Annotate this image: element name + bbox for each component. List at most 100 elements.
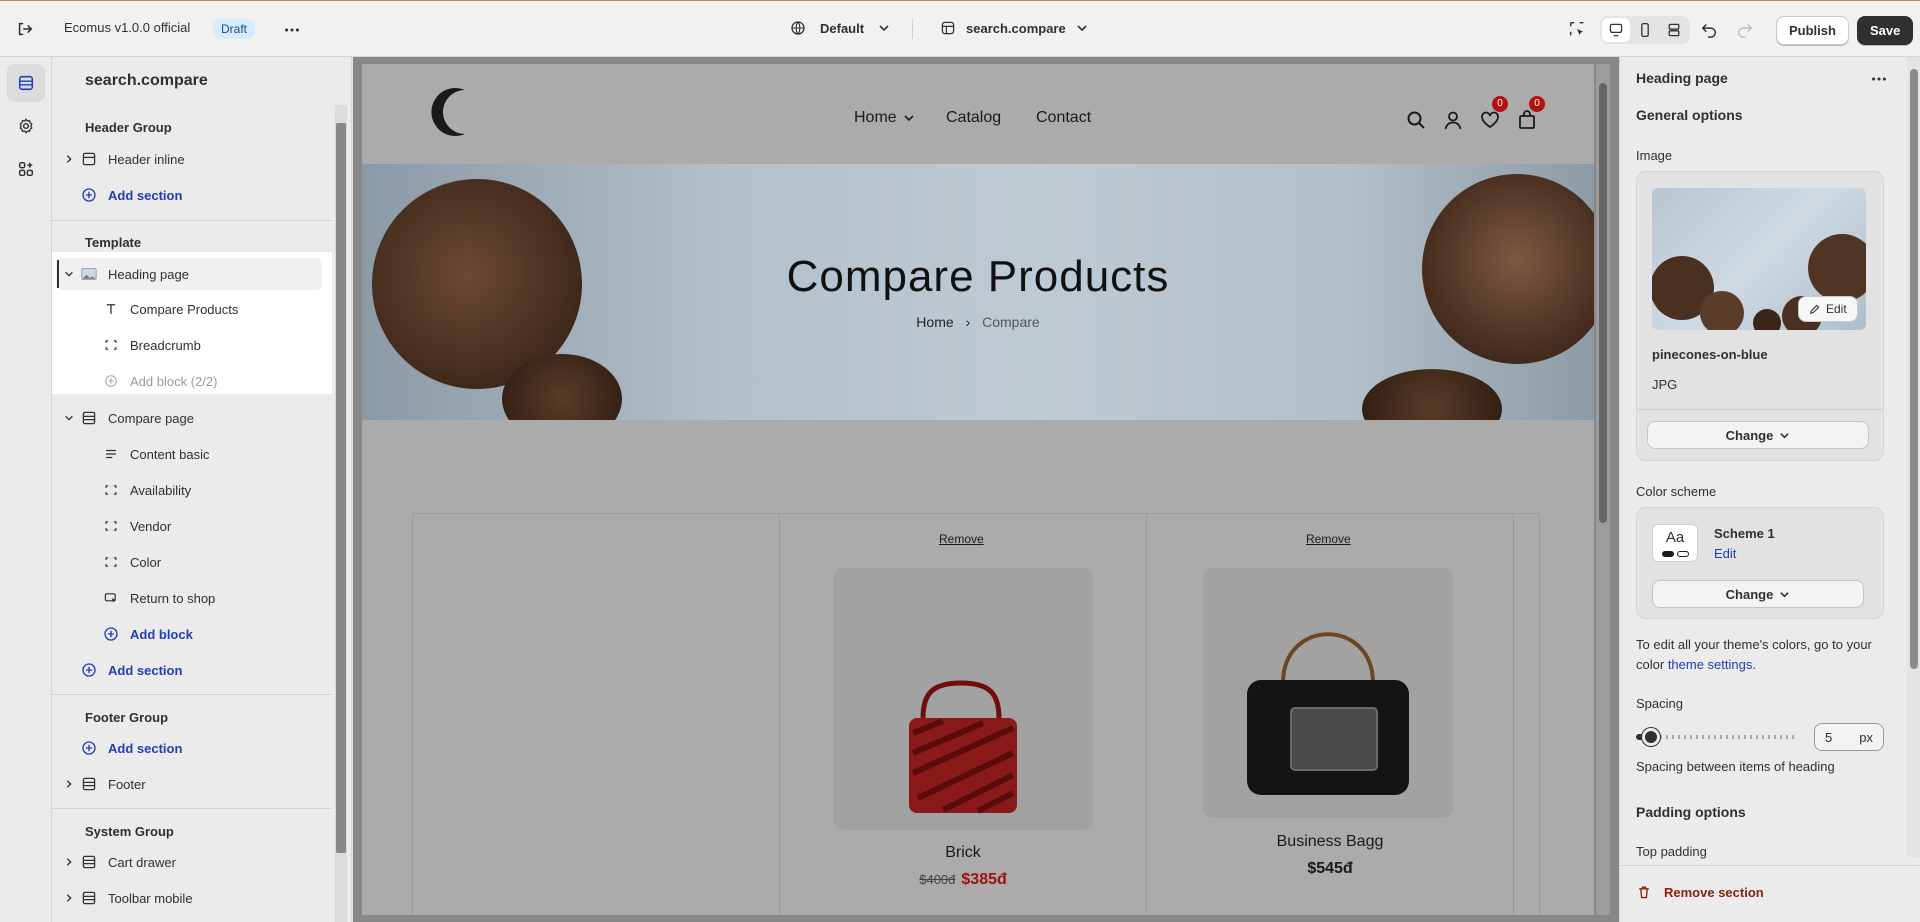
top-padding-label: Top padding: [1636, 844, 1707, 859]
section-icon: [78, 854, 100, 870]
inspector-icon[interactable]: [1568, 20, 1586, 38]
cart-count-badge: 0: [1529, 96, 1545, 112]
sections-icon[interactable]: [7, 64, 45, 102]
remove-product-link[interactable]: Remove: [1306, 532, 1351, 546]
block-icon: [100, 555, 122, 569]
store-logo[interactable]: [427, 82, 487, 142]
theme-settings-link[interactable]: theme settings: [1668, 657, 1753, 672]
section-header-inline[interactable]: Header inline: [60, 143, 322, 175]
block-content-basic[interactable]: Content basic: [60, 438, 322, 470]
search-icon[interactable]: [1406, 110, 1426, 130]
chevron-down-icon[interactable]: [60, 413, 78, 423]
spacing-value: 5: [1825, 729, 1833, 745]
spacing-slider-thumb[interactable]: [1642, 728, 1660, 746]
chevron-right-icon[interactable]: [60, 893, 78, 903]
block-color[interactable]: Color: [60, 546, 322, 578]
scheme-change-button[interactable]: Change: [1652, 580, 1864, 608]
save-button[interactable]: Save: [1857, 16, 1914, 45]
nav-contact[interactable]: Contact: [1036, 109, 1091, 127]
block-vendor[interactable]: Vendor: [60, 510, 322, 542]
globe-icon: [791, 21, 805, 35]
block-label: Compare Products: [130, 301, 239, 317]
block-availability[interactable]: Availability: [60, 474, 322, 506]
compare-add-block[interactable]: Add block: [60, 618, 322, 650]
plus-circle-icon: [100, 626, 122, 642]
chevron-right-icon[interactable]: [60, 779, 78, 789]
scheme-name: Scheme 1: [1714, 526, 1775, 541]
spacing-slider-track[interactable]: [1636, 735, 1796, 739]
product-image-brick[interactable]: [833, 568, 1093, 830]
more-options-icon[interactable]: [1870, 70, 1888, 88]
template-selector[interactable]: search.compare: [940, 20, 1088, 36]
image-thumbnail[interactable]: Edit: [1652, 188, 1866, 330]
product-name[interactable]: Brick: [780, 844, 1146, 862]
spacing-label: Spacing: [1636, 696, 1683, 711]
panel-title: search.compare: [85, 72, 208, 89]
wishlist-icon[interactable]: [1480, 110, 1500, 130]
layout-icon: [941, 21, 955, 35]
status-badge: Draft: [213, 19, 256, 39]
nav-home[interactable]: Home: [854, 109, 915, 127]
add-section-label: Add section: [108, 662, 183, 678]
cart-icon[interactable]: [1517, 110, 1537, 130]
product-name[interactable]: Business Bagg: [1147, 833, 1513, 851]
image-change-button[interactable]: Change: [1647, 421, 1869, 449]
remove-section-button[interactable]: Remove section: [1636, 884, 1764, 900]
image-section-icon: [78, 267, 100, 281]
settings-scrollbar-thumb[interactable]: [1910, 69, 1918, 669]
remove-product-link[interactable]: Remove: [939, 532, 984, 546]
chevron-right-icon[interactable]: [60, 154, 78, 164]
apps-icon[interactable]: [7, 150, 45, 188]
section-compare-page[interactable]: Compare page: [60, 402, 322, 434]
chevron-down-icon[interactable]: [60, 269, 78, 279]
breadcrumb-home[interactable]: Home: [916, 314, 953, 330]
heading-page-banner[interactable]: Compare Products Home › Compare: [362, 164, 1594, 420]
scheme-edit-link[interactable]: Edit: [1714, 546, 1736, 561]
block-return-to-shop[interactable]: Return to shop: [60, 582, 322, 614]
image-edit-label: Edit: [1826, 302, 1847, 316]
section-label: Compare page: [108, 410, 194, 426]
preview-scrollbar-thumb[interactable]: [1599, 83, 1607, 523]
color-scheme-label: Color scheme: [1636, 484, 1717, 499]
template-add-section[interactable]: Add section: [60, 654, 322, 686]
image-edit-button[interactable]: Edit: [1798, 296, 1858, 322]
section-cart-drawer[interactable]: Cart drawer: [60, 846, 322, 878]
publish-button[interactable]: Publish: [1776, 16, 1849, 45]
mobile-view-icon[interactable]: [1631, 18, 1659, 42]
block-compare-products[interactable]: Compare Products: [60, 293, 322, 325]
add-section-label: Add section: [108, 740, 183, 756]
panel-scrollbar-thumb[interactable]: [336, 123, 346, 853]
block-breadcrumb[interactable]: Breadcrumb: [60, 329, 322, 361]
undo-icon[interactable]: [1700, 20, 1718, 38]
wishlist-count-badge: 0: [1492, 96, 1508, 112]
preview-area: Home Catalog Contact 0 0 Compare Product…: [353, 57, 1619, 922]
spacing-unit: px: [1859, 729, 1873, 745]
section-label: Toolbar mobile: [108, 890, 193, 906]
plus-circle-icon: [78, 187, 100, 203]
nav-catalog[interactable]: Catalog: [946, 109, 1001, 127]
settings-icon[interactable]: [7, 107, 45, 145]
account-icon[interactable]: [1443, 110, 1463, 130]
product-image-business-bagg[interactable]: [1203, 568, 1453, 818]
divider: [52, 220, 332, 221]
redo-icon[interactable]: [1736, 20, 1754, 38]
block-label: Color: [130, 554, 162, 570]
section-label: Header inline: [108, 151, 185, 167]
footer-add-section[interactable]: Add section: [60, 732, 322, 764]
section-toolbar-mobile[interactable]: Toolbar mobile: [60, 882, 322, 914]
swatch-secondary: [1677, 551, 1689, 557]
more-options-icon[interactable]: [283, 21, 301, 39]
selected-indicator: [57, 260, 59, 288]
section-heading-page[interactable]: Heading page: [60, 258, 322, 290]
exit-icon[interactable]: [16, 20, 34, 38]
header-add-section[interactable]: Add section: [60, 179, 322, 211]
section-footer[interactable]: Footer: [60, 768, 322, 800]
theme-selector[interactable]: Default: [790, 20, 890, 36]
storefront-preview[interactable]: Home Catalog Contact 0 0 Compare Product…: [362, 64, 1594, 915]
desktop-view-icon[interactable]: [1602, 18, 1630, 42]
fullscreen-view-icon[interactable]: [1660, 18, 1688, 42]
breadcrumb-separator-icon: ›: [965, 314, 971, 330]
spacing-input[interactable]: 5 px: [1814, 723, 1884, 751]
image-filetype: JPG: [1652, 377, 1678, 392]
chevron-right-icon[interactable]: [60, 857, 78, 867]
